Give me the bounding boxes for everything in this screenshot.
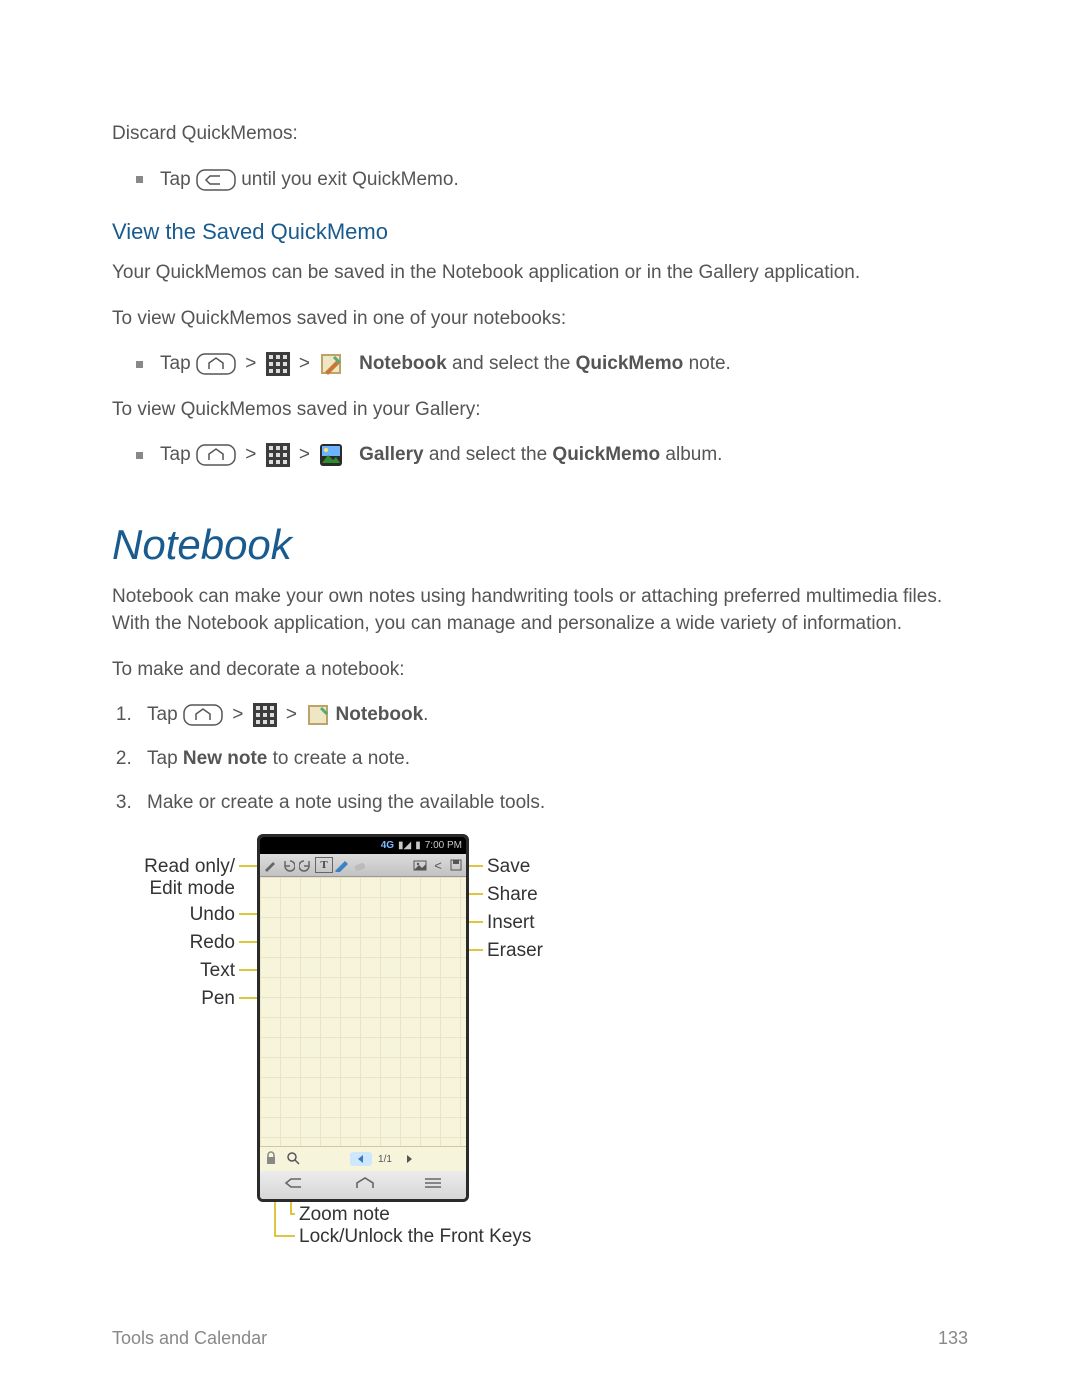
label-undo: Undo xyxy=(127,904,235,926)
zoom-note[interactable] xyxy=(282,1151,304,1168)
page-next[interactable] xyxy=(398,1152,420,1166)
text: Tap xyxy=(147,748,183,769)
apps-grid-icon xyxy=(266,352,290,376)
back-key-icon xyxy=(196,169,236,191)
page-indicator: 1/1 xyxy=(378,1154,392,1165)
text: Tap xyxy=(160,169,196,190)
label-share: Share xyxy=(487,884,538,906)
nav-home-icon[interactable] xyxy=(354,1174,376,1196)
nav-menu-icon[interactable] xyxy=(423,1174,443,1196)
tool-text[interactable]: T xyxy=(315,857,333,873)
quickmemo-label: QuickMemo xyxy=(576,353,684,374)
text: . xyxy=(423,704,428,725)
heading-notebook: Notebook xyxy=(112,521,968,569)
discard-title: Discard QuickMemos: xyxy=(112,120,968,148)
label-insert: Insert xyxy=(487,912,535,934)
paragraph: To view QuickMemos saved in your Gallery… xyxy=(112,396,968,424)
phone-mock: 4G ▮◢ ▮ 7:00 PM T < xyxy=(257,834,469,1202)
paragraph: Notebook can make your own notes using h… xyxy=(112,583,968,638)
label-lock: Lock/Unlock the Front Keys xyxy=(299,1226,531,1248)
nav-back-icon[interactable] xyxy=(283,1174,307,1196)
label-save: Save xyxy=(487,856,530,878)
tool-save[interactable] xyxy=(447,857,465,873)
text: until you exit QuickMemo. xyxy=(241,169,459,190)
paragraph: Your QuickMemos can be saved in the Note… xyxy=(112,259,968,287)
footer-page-number: 133 xyxy=(938,1328,968,1349)
step-2: Tap New note to create a note. xyxy=(137,745,968,773)
tool-redo[interactable] xyxy=(297,857,315,873)
gallery-label: Gallery xyxy=(359,444,423,465)
text: note. xyxy=(689,353,731,374)
label-text: Text xyxy=(127,960,235,982)
notebook-app-icon xyxy=(319,352,343,376)
chevron: > xyxy=(245,353,256,374)
notebook-label: Notebook xyxy=(359,353,447,374)
new-note-label: New note xyxy=(183,748,267,769)
text: and select the xyxy=(452,353,576,374)
page-footer: Tools and Calendar 133 xyxy=(112,1328,968,1349)
footer-section: Tools and Calendar xyxy=(112,1328,267,1349)
home-key-icon xyxy=(183,704,223,726)
subheading-view-quickmemo: View the Saved QuickMemo xyxy=(112,219,968,245)
tool-memo: < xyxy=(429,857,447,873)
text: to create a note. xyxy=(273,748,410,769)
label-read-edit1: Read only/ xyxy=(144,856,235,877)
paragraph: To view QuickMemos saved in one of your … xyxy=(112,305,968,333)
note-toolbar: T < xyxy=(260,854,466,877)
label-redo: Redo xyxy=(127,932,235,954)
quickmemo-label: QuickMemo xyxy=(552,444,660,465)
tool-undo[interactable] xyxy=(279,857,297,873)
tool-read-edit[interactable] xyxy=(261,857,279,873)
label-zoom: Zoom note xyxy=(299,1204,390,1226)
apps-grid-icon xyxy=(253,703,277,727)
notebook-figure: Read only/ Edit mode Undo Redo Text Pen … xyxy=(127,834,977,1244)
label-read-edit2: Edit mode xyxy=(149,878,235,899)
notebook-app-icon xyxy=(306,703,330,727)
tool-eraser[interactable] xyxy=(351,857,369,873)
bottom-toolbar: 1/1 xyxy=(260,1146,466,1171)
label-eraser: Eraser xyxy=(487,940,543,962)
apps-grid-icon xyxy=(266,443,290,467)
text: album. xyxy=(665,444,722,465)
page-prev[interactable] xyxy=(350,1152,372,1166)
step-1: Tap > > Notebook. xyxy=(137,701,968,729)
gallery-app-icon xyxy=(319,443,343,467)
tool-pen[interactable] xyxy=(333,857,351,873)
home-key-icon xyxy=(196,444,236,466)
chevron: > xyxy=(299,353,310,374)
chevron: > xyxy=(245,444,256,465)
text: and select the xyxy=(429,444,553,465)
lock-front-keys[interactable] xyxy=(260,1151,282,1168)
tool-insert[interactable] xyxy=(411,857,429,873)
sig-icon: ▮ xyxy=(415,840,421,851)
chevron: > xyxy=(286,704,297,725)
status-bar: 4G ▮◢ ▮ 7:00 PM xyxy=(260,837,466,854)
chevron: > xyxy=(232,704,243,725)
clock: 7:00 PM xyxy=(425,840,462,851)
paragraph: To make and decorate a notebook: xyxy=(112,656,968,684)
note-canvas[interactable] xyxy=(260,877,466,1147)
home-key-icon xyxy=(196,353,236,375)
discard-bullet: Tap until you exit QuickMemo. xyxy=(136,166,968,194)
step-3: Make or create a note using the availabl… xyxy=(137,789,968,817)
gallery-path-bullet: Tap > > Gallery and select the QuickMemo… xyxy=(136,441,968,469)
notebook-label: Notebook xyxy=(336,704,424,725)
text: Tap xyxy=(147,704,183,725)
label-pen: Pen xyxy=(127,988,235,1010)
text: Tap xyxy=(160,353,196,374)
nav-bar xyxy=(260,1171,466,1199)
chevron: > xyxy=(299,444,310,465)
text: Tap xyxy=(160,444,196,465)
notebook-path-bullet: Tap > > Notebook and select the QuickMem… xyxy=(136,350,968,378)
